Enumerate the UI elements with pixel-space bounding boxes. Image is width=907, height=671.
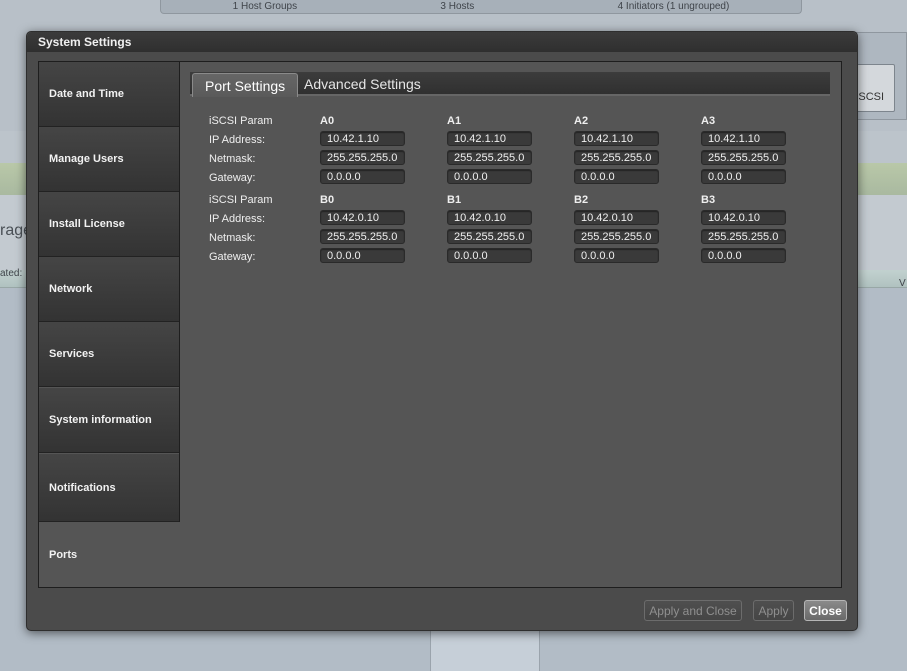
apply-and-close-button[interactable]: Apply and Close bbox=[644, 600, 742, 621]
ip-address-label: IP Address: bbox=[209, 134, 266, 146]
port-name-a1: A1 bbox=[447, 115, 462, 127]
background-partial-label: ated: bbox=[0, 268, 23, 279]
initiators-count: 4 Initiators (1 ungrouped) bbox=[617, 1, 730, 12]
sidebar-item-services[interactable]: Services bbox=[39, 322, 180, 387]
gateway-field-a0[interactable] bbox=[320, 169, 405, 184]
iscsi-param-label: iSCSI Param bbox=[209, 194, 273, 206]
netmask-field-a2[interactable] bbox=[574, 150, 659, 165]
ip-address-field-b3[interactable] bbox=[701, 210, 786, 225]
netmask-label: Netmask: bbox=[209, 153, 256, 165]
apply-label: Apply bbox=[758, 603, 789, 618]
sidebar-item-install-license[interactable]: Install License bbox=[39, 192, 180, 257]
sidebar-item-label: Network bbox=[49, 283, 93, 295]
ip-address-field-a0[interactable] bbox=[320, 131, 405, 146]
sidebar-item-label: Services bbox=[49, 348, 95, 360]
gateway-field-b1[interactable] bbox=[447, 248, 532, 263]
gateway-field-b0[interactable] bbox=[320, 248, 405, 263]
sidebar-item-label: Notifications bbox=[49, 481, 116, 494]
sidebar-item-label: System information bbox=[49, 414, 152, 426]
ip-address-field-b2[interactable] bbox=[574, 210, 659, 225]
apply-button[interactable]: Apply bbox=[753, 600, 794, 621]
netmask-field-b2[interactable] bbox=[574, 229, 659, 244]
netmask-field-b3[interactable] bbox=[701, 229, 786, 244]
host-groups-count: 1 Host Groups bbox=[232, 1, 298, 12]
netmask-field-a0[interactable] bbox=[320, 150, 405, 165]
port-name-b3: B3 bbox=[701, 194, 716, 206]
dialog-body: Date and Time Manage Users Install Licen… bbox=[38, 61, 842, 588]
settings-sidebar: Date and Time Manage Users Install Licen… bbox=[39, 62, 180, 587]
sidebar-item-notifications[interactable]: Notifications bbox=[39, 454, 180, 522]
netmask-label: Netmask: bbox=[209, 232, 256, 244]
close-label: Close bbox=[809, 603, 842, 618]
iscsi-param-label: iSCSI Param bbox=[209, 115, 273, 127]
ip-address-field-a2[interactable] bbox=[574, 131, 659, 146]
port-name-a3: A3 bbox=[701, 115, 716, 127]
dialog-title[interactable]: System Settings bbox=[27, 32, 857, 52]
background-partial-right: V bbox=[899, 278, 906, 289]
apply-and-close-label: Apply and Close bbox=[649, 603, 737, 618]
sidebar-item-label: Ports bbox=[49, 548, 78, 561]
gateway-label: Gateway: bbox=[209, 251, 256, 263]
ip-address-field-a1[interactable] bbox=[447, 131, 532, 146]
gateway-field-a1[interactable] bbox=[447, 169, 532, 184]
tab-label: Port Settings bbox=[205, 77, 286, 94]
ip-address-field-a3[interactable] bbox=[701, 131, 786, 146]
sidebar-item-label: Manage Users bbox=[49, 153, 124, 165]
tab-advanced-settings[interactable]: Advanced Settings bbox=[292, 72, 433, 96]
ip-address-field-b0[interactable] bbox=[320, 210, 405, 225]
sidebar-item-label: Install License bbox=[49, 218, 125, 230]
settings-tabbar: Port Settings Advanced Settings bbox=[190, 72, 830, 97]
sidebar-item-label: Date and Time bbox=[49, 88, 124, 100]
gateway-field-b2[interactable] bbox=[574, 248, 659, 263]
tab-label: Advanced Settings bbox=[304, 76, 421, 92]
gateway-field-b3[interactable] bbox=[701, 248, 786, 263]
netmask-field-a1[interactable] bbox=[447, 150, 532, 165]
gateway-field-a2[interactable] bbox=[574, 169, 659, 184]
ports-content: Port Settings Advanced Settings iSCSI Pa… bbox=[180, 62, 841, 587]
port-name-b2: B2 bbox=[574, 194, 589, 206]
background-summary-strip: 1 Host Groups 3 Hosts 4 Initiators (1 un… bbox=[160, 0, 802, 14]
gateway-field-a3[interactable] bbox=[701, 169, 786, 184]
gateway-label: Gateway: bbox=[209, 172, 256, 184]
ip-address-field-b1[interactable] bbox=[447, 210, 532, 225]
sidebar-item-network[interactable]: Network bbox=[39, 257, 180, 322]
netmask-field-a3[interactable] bbox=[701, 150, 786, 165]
sidebar-item-system-information[interactable]: System information bbox=[39, 388, 180, 453]
sidebar-item-manage-users[interactable]: Manage Users bbox=[39, 127, 180, 192]
port-name-b1: B1 bbox=[447, 194, 462, 206]
tab-port-settings[interactable]: Port Settings bbox=[192, 73, 299, 97]
hosts-count: 3 Hosts bbox=[440, 1, 475, 12]
netmask-field-b0[interactable] bbox=[320, 229, 405, 244]
system-settings-dialog: System Settings Date and Time Manage Use… bbox=[26, 31, 858, 631]
port-name-a0: A0 bbox=[320, 115, 335, 127]
close-button[interactable]: Close bbox=[804, 600, 847, 621]
port-name-b0: B0 bbox=[320, 194, 335, 206]
ip-address-label: IP Address: bbox=[209, 213, 266, 225]
netmask-field-b1[interactable] bbox=[447, 229, 532, 244]
sidebar-item-date-and-time[interactable]: Date and Time bbox=[39, 62, 180, 127]
sidebar-item-ports[interactable]: Ports bbox=[39, 522, 180, 587]
iscsi-button-label: iSCSI bbox=[855, 91, 885, 103]
port-name-a2: A2 bbox=[574, 115, 589, 127]
